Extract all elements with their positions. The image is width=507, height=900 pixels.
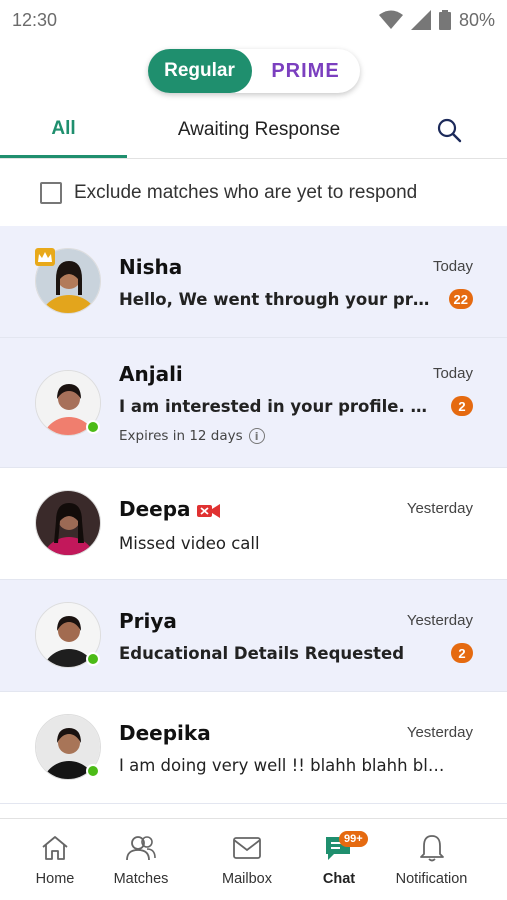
mail-icon bbox=[232, 833, 262, 863]
contact-name: Deepa bbox=[119, 497, 221, 521]
chat-tabs: All Awaiting Response bbox=[0, 102, 507, 159]
avatar-wrap bbox=[35, 490, 101, 556]
avatar bbox=[35, 490, 101, 556]
wifi-icon bbox=[378, 10, 403, 29]
battery-icon bbox=[438, 10, 451, 30]
last-message: I am interested in your profile. Would..… bbox=[119, 397, 439, 416]
signal-icon bbox=[410, 10, 431, 30]
chat-item-anjali[interactable]: Anjali Today I am interested in your pro… bbox=[0, 338, 507, 468]
chat-list: Nisha Today Hello, We went through your … bbox=[0, 226, 507, 804]
unread-count-badge: 2 bbox=[451, 643, 473, 663]
message-time: Today bbox=[432, 365, 473, 382]
exclude-checkbox[interactable] bbox=[40, 181, 62, 204]
nav-mailbox-label: Mailbox bbox=[222, 871, 272, 887]
contact-name-text: Deepa bbox=[119, 497, 191, 521]
prime-toggle-button[interactable]: PRIME bbox=[252, 60, 360, 83]
home-icon bbox=[40, 833, 70, 863]
message-time: Yesterday bbox=[406, 500, 473, 517]
avatar-wrap bbox=[35, 714, 101, 780]
battery-percent: 80% bbox=[458, 9, 495, 30]
unread-count-badge: 22 bbox=[448, 289, 473, 309]
chat-item-nisha[interactable]: Nisha Today Hello, We went through your … bbox=[0, 226, 507, 338]
avatar-wrap bbox=[35, 370, 101, 436]
nav-notification[interactable]: Notification bbox=[356, 819, 507, 900]
contact-name: Nisha bbox=[119, 255, 183, 279]
tab-all[interactable]: All bbox=[0, 102, 127, 158]
online-status-dot bbox=[86, 420, 100, 434]
avatar-wrap bbox=[35, 602, 101, 668]
search-button[interactable] bbox=[391, 102, 507, 158]
expiry-note: Expires in 12 days i bbox=[119, 428, 265, 444]
plan-toggle-wrap: Regular PRIME bbox=[0, 40, 507, 102]
chat-item-deepa[interactable]: Deepa Yesterday Missed video call bbox=[0, 468, 507, 580]
nav-matches-label: Matches bbox=[113, 871, 169, 887]
avatar-wrap bbox=[35, 248, 101, 314]
bottom-nav: Home Matches Mailbox Chat 99+ Notificati… bbox=[0, 818, 507, 900]
last-message: Missed video call bbox=[119, 534, 260, 553]
unread-count-badge: 2 bbox=[451, 396, 473, 416]
exclude-label: Exclude matches who are yet to respond bbox=[74, 181, 418, 203]
bell-icon bbox=[418, 833, 446, 863]
online-status-dot bbox=[86, 652, 100, 666]
chat-item-deepika[interactable]: Deepika Yesterday I am doing very well !… bbox=[0, 692, 507, 804]
last-message: I am doing very well !! blahh blahh blah… bbox=[119, 756, 449, 775]
status-bar: 12:30 80% bbox=[0, 0, 507, 40]
info-icon[interactable]: i bbox=[248, 428, 265, 444]
plan-toggle: Regular PRIME bbox=[147, 49, 360, 93]
missed-video-call-icon bbox=[196, 503, 220, 518]
nav-home-label: Home bbox=[35, 871, 75, 887]
nav-matches[interactable]: Matches bbox=[110, 819, 172, 900]
nav-chat-label: Chat bbox=[322, 871, 356, 887]
nav-home[interactable]: Home bbox=[0, 819, 110, 900]
tab-awaiting-response[interactable]: Awaiting Response bbox=[127, 102, 391, 158]
contact-name: Anjali bbox=[119, 362, 183, 386]
nav-chat[interactable]: Chat 99+ bbox=[322, 819, 368, 900]
regular-toggle-button[interactable]: Regular bbox=[147, 49, 252, 93]
nav-notification-label: Notification bbox=[395, 871, 468, 887]
message-time: Yesterday bbox=[406, 724, 473, 741]
status-time: 12:30 bbox=[12, 9, 58, 30]
chat-item-priya[interactable]: Priya Yesterday Educational Details Requ… bbox=[0, 580, 507, 692]
message-time: Yesterday bbox=[406, 612, 473, 629]
search-icon bbox=[437, 118, 462, 143]
exclude-filter-row[interactable]: Exclude matches who are yet to respond bbox=[0, 159, 507, 226]
expiry-text: Expires in 12 days bbox=[119, 428, 243, 444]
premium-crown-icon bbox=[35, 248, 55, 266]
last-message: Educational Details Requested bbox=[119, 644, 405, 663]
message-time: Today bbox=[432, 258, 473, 275]
matches-icon bbox=[125, 833, 157, 863]
online-status-dot bbox=[86, 764, 100, 778]
contact-name: Deepika bbox=[119, 721, 211, 745]
nav-mailbox[interactable]: Mailbox bbox=[172, 819, 322, 900]
last-message: Hello, We went through your profile a... bbox=[119, 290, 439, 309]
contact-name: Priya bbox=[119, 609, 177, 633]
status-icons: 80% bbox=[378, 9, 495, 31]
